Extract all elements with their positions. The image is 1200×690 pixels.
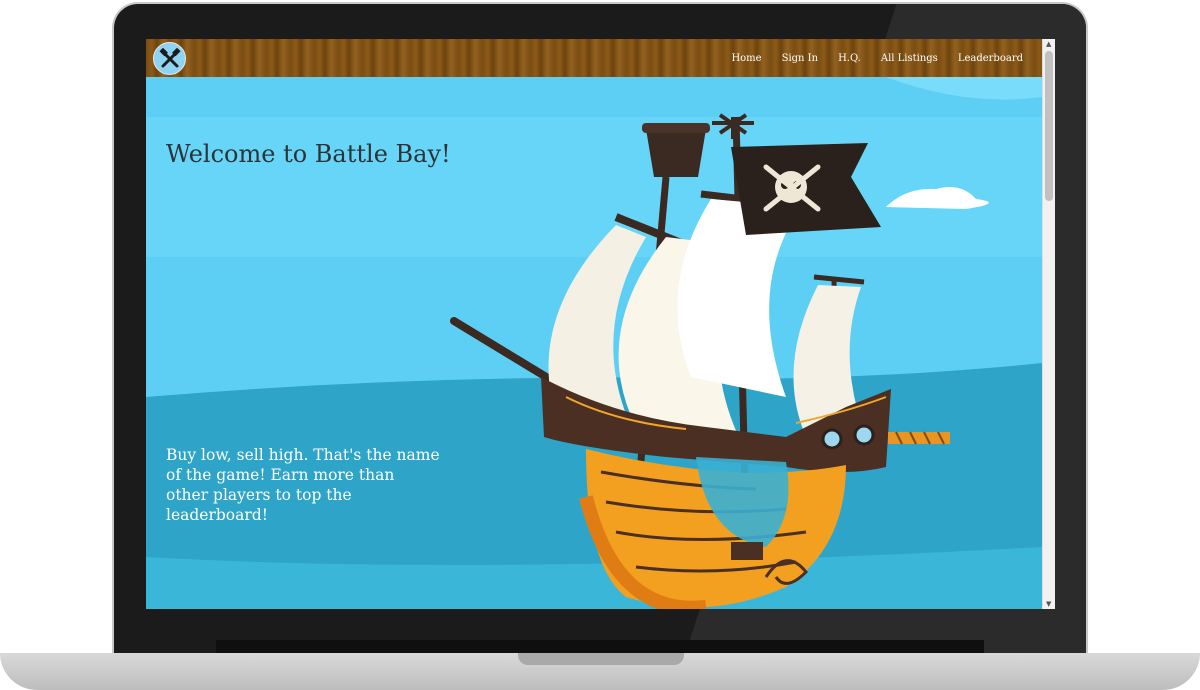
laptop-notch [518, 653, 684, 665]
nav-hq[interactable]: H.Q. [838, 53, 861, 64]
hero-tagline: Buy low, sell high. That's the name of t… [166, 446, 440, 524]
page-title: Welcome to Battle Bay! [166, 140, 451, 168]
nav-menu: Home Sign In H.Q. All Listings Leaderboa… [731, 39, 1023, 77]
hero-section: Welcome to Battle Bay! Buy low, sell hig… [146, 77, 1042, 609]
browser-viewport: Welcome to Battle Bay! Buy low, sell hig… [146, 39, 1055, 609]
scroll-up-icon[interactable]: ▲ [1046, 40, 1051, 48]
nav-home[interactable]: Home [731, 53, 761, 64]
vertical-scrollbar[interactable]: ▲ ▼ [1042, 39, 1055, 609]
crossed-hammers-icon [158, 47, 181, 67]
scroll-down-icon[interactable]: ▼ [1046, 600, 1051, 608]
nav-sign-in[interactable]: Sign In [782, 53, 818, 64]
laptop-hinge [216, 640, 984, 654]
logo[interactable] [153, 42, 186, 75]
top-navbar: Home Sign In H.Q. All Listings Leaderboa… [146, 39, 1042, 77]
scroll-thumb[interactable] [1045, 51, 1053, 201]
nav-all-listings[interactable]: All Listings [881, 53, 938, 64]
nav-leaderboard[interactable]: Leaderboard [958, 53, 1023, 64]
